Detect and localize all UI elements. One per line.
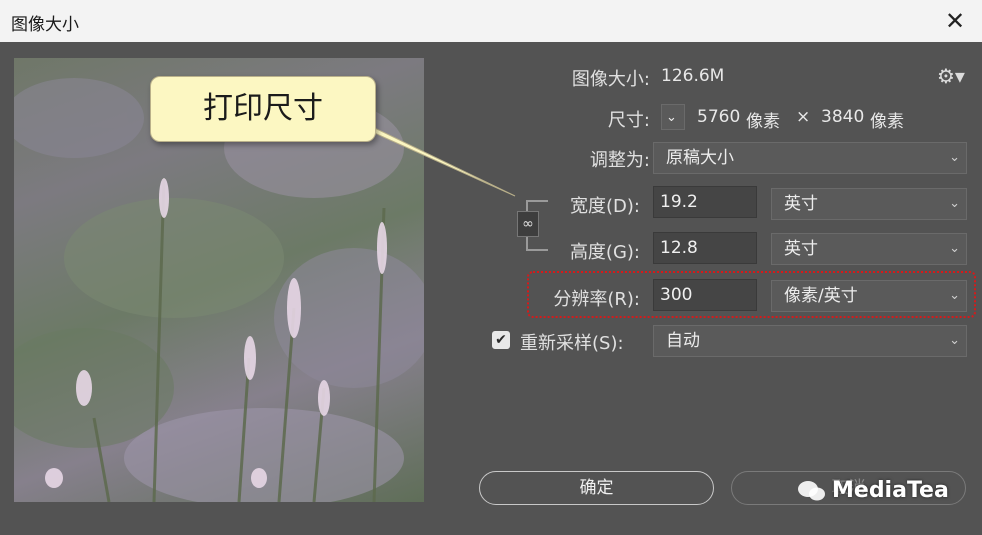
title-bar: 图像大小 ✕: [0, 0, 982, 42]
width-input[interactable]: 19.2: [653, 186, 757, 218]
resolution-unit-value: 像素/英寸: [784, 286, 858, 306]
width-unit-value: 英寸: [784, 194, 818, 214]
close-icon[interactable]: ✕: [940, 6, 970, 36]
resolution-unit-select[interactable]: 像素/英寸 ⌄: [771, 280, 967, 312]
width-unit-select[interactable]: 英寸 ⌄: [771, 188, 967, 220]
fit-to-label: 调整为:: [589, 150, 650, 171]
wechat-icon: [798, 481, 825, 501]
width-label: 宽度(D):: [570, 196, 640, 217]
chevron-down-icon: ⌄: [949, 196, 960, 211]
resolution-label: 分辨率(R):: [553, 289, 640, 310]
resolution-input[interactable]: 300: [653, 279, 757, 311]
resample-value: 自动: [666, 331, 700, 351]
resample-select[interactable]: 自动 ⌄: [653, 325, 967, 357]
height-unit-value: 英寸: [784, 239, 818, 259]
dimensions-width: 5760: [697, 107, 741, 127]
callout-print-size: 打印尺寸: [150, 76, 516, 197]
callout-text: 打印尺寸: [203, 91, 323, 126]
chevron-down-icon: ⌄: [949, 333, 960, 348]
fit-to-value: 原稿大小: [666, 148, 734, 168]
dimensions-dropdown[interactable]: ⌄: [661, 104, 685, 130]
resample-checkbox[interactable]: ✔: [492, 331, 510, 349]
image-size-label: 图像大小:: [571, 69, 650, 90]
dimensions-label: 尺寸:: [607, 110, 650, 131]
chevron-down-icon: ⌄: [949, 241, 960, 256]
chevron-down-icon: ⌄: [949, 288, 960, 303]
dimensions-unit-2: 像素: [870, 112, 904, 132]
height-input[interactable]: 12.8: [653, 232, 757, 264]
height-label: 高度(G):: [569, 242, 640, 263]
fit-to-select[interactable]: 原稿大小 ⌄: [653, 142, 967, 174]
window-title: 图像大小: [11, 15, 79, 35]
chevron-down-icon: ⌄: [666, 110, 677, 125]
dimensions-times: ×: [796, 107, 811, 127]
dimensions-height: 3840: [821, 107, 865, 127]
resample-label: 重新采样(S):: [520, 333, 624, 354]
chain-link-icon[interactable]: ∞: [517, 211, 539, 237]
chevron-down-icon: ⌄: [949, 150, 960, 165]
watermark-text: MediaTea: [832, 478, 949, 503]
height-unit-select[interactable]: 英寸 ⌄: [771, 233, 967, 265]
image-size-value: 126.6M: [661, 66, 725, 86]
gear-icon[interactable]: ⚙▾: [937, 64, 965, 88]
dimensions-unit-1: 像素: [746, 112, 780, 132]
ok-button[interactable]: 确定: [479, 471, 714, 505]
